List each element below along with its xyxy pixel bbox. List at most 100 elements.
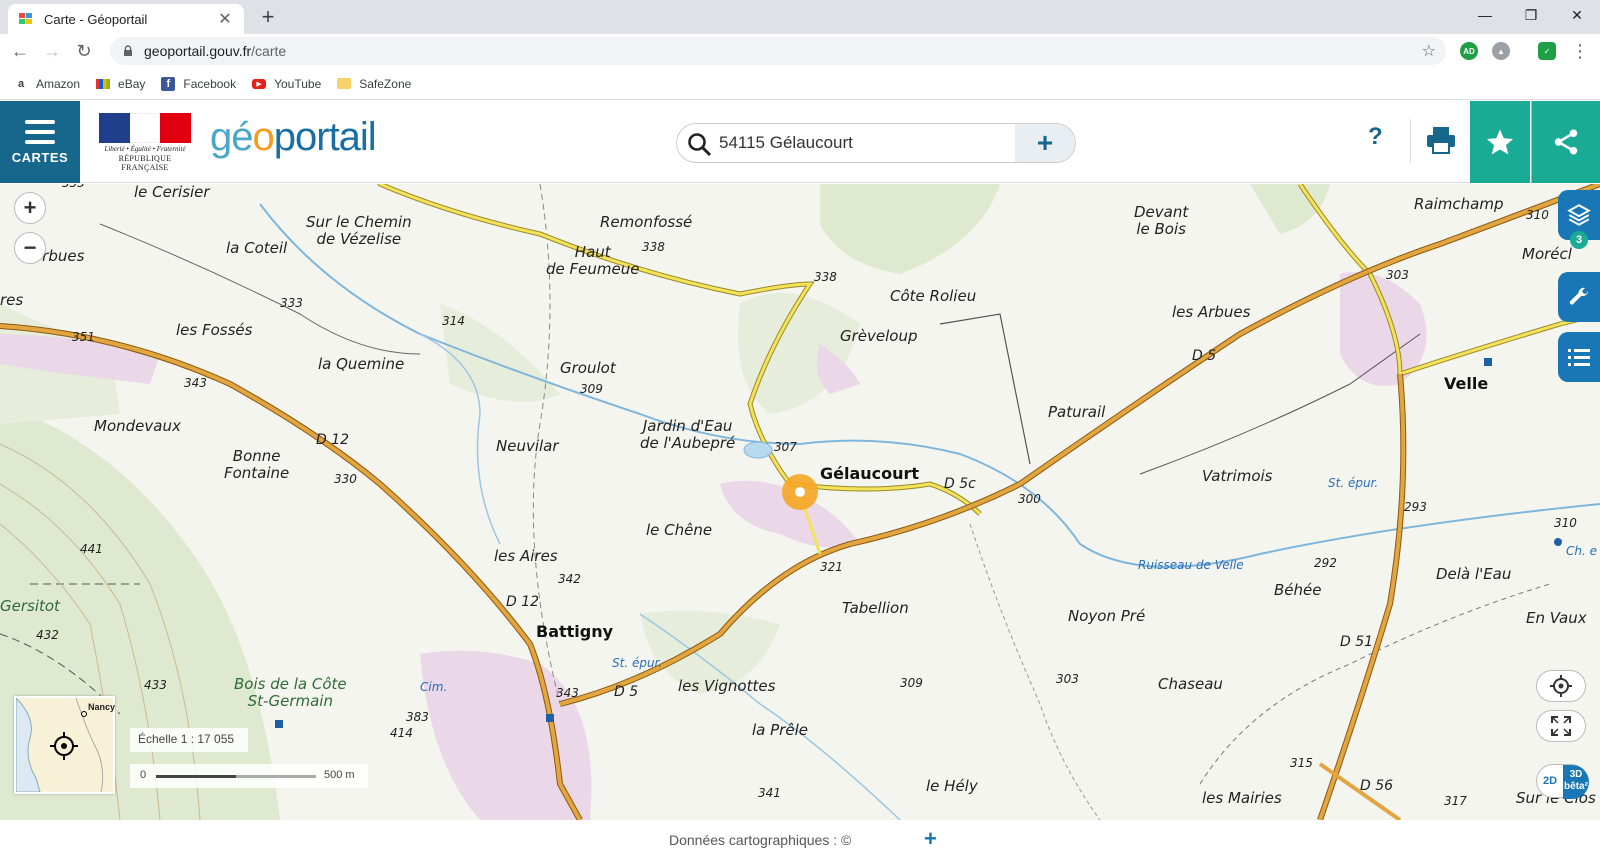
- altitude-label: 310: [1526, 208, 1549, 222]
- browser-tabstrip: Carte - Géoportail ✕ + — ❐ ✕: [0, 0, 1600, 34]
- town-label: Velle: [1444, 374, 1489, 393]
- altitude-label: 432: [36, 628, 59, 642]
- zoom-out-button[interactable]: −: [14, 232, 46, 264]
- scale-distance: 500 m: [324, 769, 355, 781]
- reload-button[interactable]: ↻: [72, 40, 96, 62]
- forward-button[interactable]: →: [40, 40, 64, 62]
- expand-icon: [1551, 716, 1571, 736]
- road-label: D 12: [316, 432, 350, 448]
- advanced-search-button[interactable]: +: [1015, 124, 1075, 162]
- bookmark-label: YouTube: [274, 76, 322, 91]
- altitude-label: 330: [334, 472, 357, 486]
- drive-extension-icon[interactable]: ▲: [1492, 42, 1510, 60]
- road-label: D 56: [1360, 778, 1394, 794]
- scale-bar-graphic: [156, 775, 316, 778]
- altitude-label: 441: [80, 542, 103, 556]
- road-label: D 5c: [944, 476, 976, 492]
- water-label: St. épur.: [612, 656, 663, 670]
- place-label: Raimchamp: [1414, 195, 1504, 213]
- map-canvas[interactable]: le Cerisier Remonfossé Sur le Chemin de Véz…: [0, 184, 1600, 820]
- place-label: les Arbues: [1172, 303, 1251, 321]
- place-label: Devant le Bois: [1134, 203, 1189, 238]
- place-label: la Coteil: [226, 239, 288, 257]
- place-label: Neuvilar: [496, 437, 559, 455]
- credits-expand-button[interactable]: +: [924, 826, 937, 852]
- place-label: Haut de Feumeue: [546, 243, 640, 278]
- bookmarks-bar: a Amazon eBay f Facebook ▶ YouTube SafeZone: [0, 68, 1600, 100]
- bookmark-label: eBay: [118, 76, 146, 91]
- 2d-3d-toggle[interactable]: 2D 3D bêta²: [1536, 764, 1589, 799]
- geolocate-button[interactable]: [1536, 670, 1586, 702]
- shield-extension-icon[interactable]: ✓: [1538, 42, 1556, 60]
- altitude-label: 338: [642, 240, 665, 254]
- motto-text: Liberté • Égalité • Fraternité: [104, 145, 186, 153]
- amazon-icon: a: [17, 77, 25, 90]
- place-label: la Quemine: [318, 355, 405, 373]
- bookmark-facebook[interactable]: f Facebook: [161, 76, 237, 91]
- altitude-label: 300: [1018, 492, 1041, 506]
- scale-ratio: Échelle 1 : 17 055: [130, 728, 248, 752]
- minimap-city-label: Nancy: [88, 702, 116, 712]
- place-label: Chaseau: [1158, 675, 1223, 693]
- geoportail-favicon-icon: [19, 13, 32, 24]
- town-label: Gélaucourt: [820, 464, 920, 483]
- new-tab-button[interactable]: +: [254, 6, 282, 28]
- place-label: Sur le Chemin de Vézelise: [306, 213, 412, 248]
- share-button[interactable]: [1531, 101, 1600, 183]
- zoom-in-button[interactable]: +: [14, 192, 46, 224]
- altitude-label: 338: [814, 270, 837, 284]
- legend-button[interactable]: [1558, 332, 1600, 382]
- share-icon: [1554, 129, 1578, 155]
- menu-label: CARTES: [11, 149, 69, 165]
- lock-icon: [124, 45, 132, 56]
- maximize-button[interactable]: ❐: [1508, 0, 1554, 30]
- scale-bar: 0 500 m: [130, 764, 368, 788]
- adblock-extension-icon[interactable]: AD: [1460, 42, 1478, 60]
- road-label: D 12: [506, 594, 540, 610]
- search-input[interactable]: 54115 Gélaucourt +: [676, 123, 1076, 163]
- help-button[interactable]: ?: [1368, 123, 1383, 151]
- place-label: le Chêne: [646, 521, 713, 539]
- road-label: D 5: [1192, 348, 1217, 364]
- place-label: Remonfossé: [600, 213, 693, 231]
- browser-menu-icon[interactable]: ⋮: [1568, 40, 1592, 62]
- browser-toolbar: ← → ↻ geoportail.gouv.fr/carte ☆ AD ▲ ✓ …: [0, 34, 1600, 68]
- place-label: le Hély: [926, 777, 978, 795]
- altitude-label: 333: [62, 184, 85, 190]
- close-window-button[interactable]: ✕: [1554, 0, 1600, 30]
- place-label: Paturail: [1048, 403, 1106, 421]
- bookmark-label: Facebook: [183, 76, 237, 91]
- close-tab-icon[interactable]: ✕: [216, 9, 234, 29]
- folder-icon: [337, 78, 352, 89]
- minimize-button[interactable]: —: [1462, 0, 1508, 30]
- bookmark-star-icon[interactable]: ☆: [1422, 41, 1436, 61]
- bookmark-ebay[interactable]: eBay: [96, 77, 145, 91]
- fullscreen-button[interactable]: [1536, 710, 1586, 742]
- bookmark-youtube[interactable]: ▶ YouTube: [252, 77, 321, 91]
- favorites-button[interactable]: [1470, 101, 1530, 183]
- altitude-label: 310: [1554, 516, 1577, 530]
- bookmark-safezone[interactable]: SafeZone: [337, 77, 411, 91]
- wrench-icon: [1569, 287, 1588, 305]
- bookmark-amazon[interactable]: a Amazon: [14, 77, 80, 91]
- altitude-label: 351: [72, 330, 95, 344]
- overview-minimap[interactable]: Nancy: [14, 696, 115, 794]
- place-label: Côte Rolieu: [890, 287, 977, 305]
- road-label: D 51: [1340, 634, 1374, 650]
- marianne-flag-icon: [99, 113, 192, 143]
- tools-button[interactable]: [1558, 272, 1600, 322]
- browser-tab[interactable]: Carte - Géoportail ✕: [8, 4, 244, 34]
- republique-francaise-logo[interactable]: Liberté • Égalité • Fraternité RÉPUBLIQU…: [99, 113, 192, 172]
- cartes-menu-button[interactable]: CARTES: [0, 101, 80, 183]
- altitude-label: 333: [280, 296, 303, 310]
- geoportail-logo[interactable]: géoportail: [210, 115, 377, 160]
- place-label: Béhée: [1274, 581, 1322, 599]
- forest-label: Gersitot: [0, 597, 60, 615]
- place-label: Jardin d'Eau de l'Aubepré: [640, 417, 736, 452]
- place-label: les Mairies: [1202, 789, 1282, 807]
- print-icon[interactable]: [1424, 123, 1458, 157]
- address-bar[interactable]: geoportail.gouv.fr/carte ☆: [110, 37, 1446, 65]
- layers-count-badge: 3: [1570, 231, 1588, 249]
- place-label: Grèveloup: [840, 327, 918, 345]
- back-button[interactable]: ←: [8, 40, 32, 62]
